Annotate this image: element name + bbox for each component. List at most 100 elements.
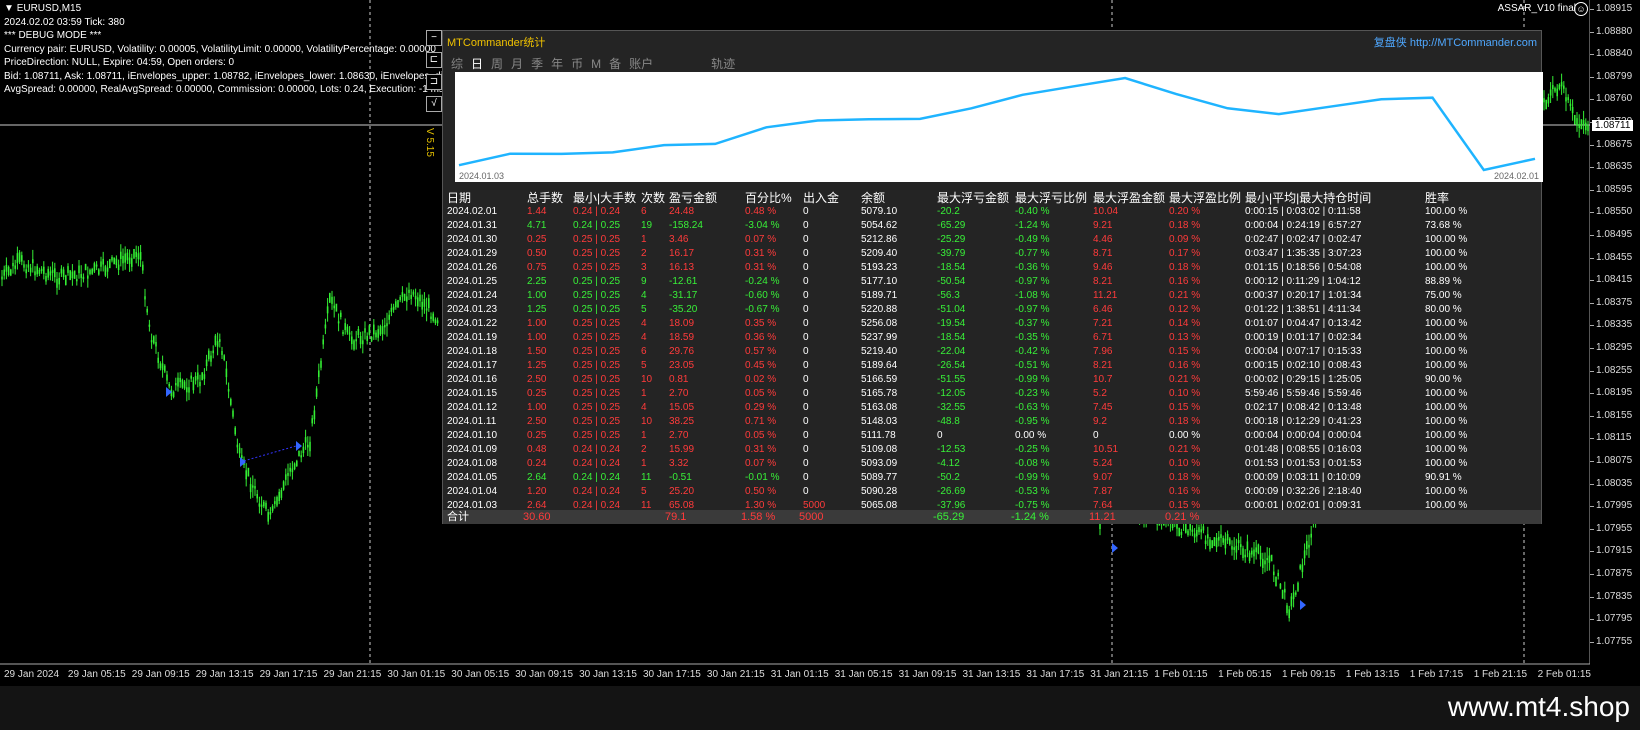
table-row[interactable]: 2024.01.08 0.24 0.24 | 0.24 1 3.32 0.07 % 0 509…	[447, 457, 1543, 471]
candle-body	[1580, 119, 1583, 130]
table-cell: 0:01:48 | 0:08:55 | 0:16:03	[1245, 444, 1362, 455]
symbol-label[interactable]: ▼ EURUSD,M15	[4, 2, 490, 16]
trade-arrow-icon[interactable]	[296, 441, 302, 451]
table-row[interactable]: 2024.01.31 4.71 0.24 | 0.25 19 -158.24 -3.04 …	[447, 219, 1543, 233]
time-tick: 31 Jan 01:15	[770, 669, 829, 680]
table-cell: 5212.86	[861, 234, 898, 245]
table-cell: 90.91 %	[1425, 472, 1462, 483]
table-cell: 23.05	[669, 360, 695, 371]
table-row[interactable]: 2024.02.01 1.44 0.24 | 0.24 6 24.48 0.48 % 0 50…	[447, 205, 1543, 219]
table-cell: -12.61	[669, 276, 698, 287]
table-cell: 0	[1093, 430, 1099, 441]
price-tick: 1.08035	[1589, 477, 1633, 489]
candle-body	[1565, 97, 1567, 102]
table-row[interactable]: 2024.01.15 0.25 0.25 | 0.25 1 2.70 0.05 % 0 516…	[447, 387, 1543, 401]
candle-body	[1220, 534, 1222, 538]
column-header[interactable]: 最大浮亏金额	[937, 189, 1009, 206]
table-row[interactable]: 2024.01.19 1.00 0.25 | 0.25 4 18.59 0.36 % 0 52…	[447, 331, 1543, 345]
table-row[interactable]: 2024.01.24 1.00 0.25 | 0.25 4 -31.17 -0.60 % 0…	[447, 289, 1543, 303]
table-cell: 6	[641, 206, 647, 217]
column-header[interactable]: 总手数	[527, 189, 563, 206]
table-cell: 2024.01.10	[447, 430, 498, 441]
table-cell: 0.24 | 0.24	[573, 458, 621, 469]
tab-1[interactable]: 日	[471, 57, 483, 71]
tab-4[interactable]: 季	[531, 57, 543, 71]
candle-body	[148, 324, 151, 327]
trade-arrow-icon[interactable]	[1112, 543, 1118, 553]
candle-body	[183, 381, 186, 389]
check-button[interactable]: √	[426, 96, 442, 112]
info-line: Bid: 1.08711, Ask: 1.08711, iEnvelopes_u…	[4, 70, 490, 82]
tab-7[interactable]: M	[591, 57, 601, 71]
minimize-button[interactable]: −	[426, 30, 442, 46]
trade-arrow-icon[interactable]	[240, 457, 246, 467]
table-cell: 0.45 %	[745, 360, 777, 371]
brand-link[interactable]: 复盘侠 http://MTCommander.com	[1374, 34, 1537, 50]
table-cell: -25.29	[937, 234, 966, 245]
table-row[interactable]: 2024.01.10 0.25 0.25 | 0.25 1 2.70 0.05 % 0 511…	[447, 429, 1543, 443]
table-cell: 0.24 | 0.24	[573, 472, 621, 483]
candle-body	[150, 340, 153, 343]
candle-body	[1558, 84, 1561, 89]
table-cell: 0	[803, 332, 809, 343]
table-row[interactable]: 2024.01.11 2.50 0.25 | 0.25 10 38.25 0.71 % 0 5…	[447, 415, 1543, 429]
table-cell: 10.04	[1093, 206, 1119, 217]
table-cell: 1.20	[527, 486, 547, 497]
table-row[interactable]: 2024.01.23 1.25 0.25 | 0.25 5 -35.20 -0.67 % 0…	[447, 303, 1543, 317]
candle-body	[293, 463, 296, 470]
table-cell: 4	[641, 290, 647, 301]
table-row[interactable]: 2024.01.29 0.50 0.25 | 0.25 2 16.17 0.31 % 0 52…	[447, 247, 1543, 261]
table-cell: -65.29	[937, 220, 966, 231]
table-cell: 0.75	[527, 262, 547, 273]
table-row[interactable]: 2024.01.18 1.50 0.25 | 0.25 6 29.76 0.57 % 0 52…	[447, 345, 1543, 359]
table-row[interactable]: 2024.01.26 0.75 0.25 | 0.25 3 16.13 0.31 % 0 51…	[447, 261, 1543, 275]
table-cell: 0.18 %	[1169, 262, 1201, 273]
tab-6[interactable]: 币	[571, 57, 583, 71]
tab-2[interactable]: 周	[491, 57, 503, 71]
table-row[interactable]: 2024.01.09 0.48 0.24 | 0.24 2 15.99 0.31 % 0 51…	[447, 443, 1543, 457]
table-cell: 0	[803, 444, 809, 455]
column-header[interactable]: 最大浮盈比例	[1169, 189, 1241, 206]
table-cell: 0.24 | 0.25	[573, 220, 621, 231]
column-header[interactable]: 胜率	[1425, 189, 1449, 206]
candle-body	[309, 441, 311, 452]
price-tick: 1.08075	[1589, 455, 1633, 466]
column-header[interactable]: 次数	[641, 189, 665, 206]
table-row[interactable]: 2024.01.05 2.64 0.24 | 0.24 11 -0.51 -0.01 % 0…	[447, 471, 1543, 485]
tab-5[interactable]: 年	[551, 57, 563, 71]
table-cell: -4.12	[937, 458, 960, 469]
panel-right-button[interactable]: ⊐	[426, 74, 442, 90]
tab-3[interactable]: 月	[511, 57, 523, 71]
candle-body	[408, 289, 410, 293]
table-row[interactable]: 2024.01.12 1.00 0.25 | 0.25 4 15.05 0.29 % 0 51…	[447, 401, 1543, 415]
table-row[interactable]: 2024.01.30 0.25 0.25 | 0.25 1 3.46 0.07 % 0 521…	[447, 233, 1543, 247]
info-line: AvgSpread: 0.00000, RealAvgSpread: 0.000…	[4, 84, 444, 95]
column-header[interactable]: 最大浮盈金额	[1093, 189, 1165, 206]
table-row[interactable]: 2024.01.04 1.20 0.24 | 0.24 5 25.20 0.50 % 0 50…	[447, 485, 1543, 499]
table-cell: 4	[641, 332, 647, 343]
candle-body	[1545, 99, 1547, 110]
column-header[interactable]: 日期	[447, 189, 471, 206]
tab-0[interactable]: 综	[451, 57, 463, 71]
table-row[interactable]: 2024.01.17 1.25 0.25 | 0.25 5 23.05 0.45 % 0 51…	[447, 359, 1543, 373]
price-tick: 1.08495	[1589, 229, 1633, 240]
column-header[interactable]: 最大浮亏比例	[1015, 189, 1087, 206]
candle-body	[1209, 539, 1211, 550]
column-header[interactable]: 最小|平均|最大持仓时间	[1245, 189, 1371, 206]
table-row[interactable]: 2024.01.22 1.00 0.25 | 0.25 4 18.09 0.35 % 0 52…	[447, 317, 1543, 331]
table-cell: 0.50 %	[745, 486, 777, 497]
tab-8[interactable]: 备	[609, 57, 621, 71]
column-header[interactable]: 余额	[861, 189, 885, 206]
table-row[interactable]: 2024.01.25 2.25 0.25 | 0.25 9 -12.61 -0.24 % 0…	[447, 275, 1543, 289]
candle-body	[377, 329, 379, 338]
column-header[interactable]: 百分比%	[745, 189, 792, 206]
tab-9[interactable]: 账户	[629, 57, 653, 71]
tab-10[interactable]: 轨迹	[711, 57, 735, 71]
table-row[interactable]: 2024.01.16 2.50 0.25 | 0.25 10 0.81 0.02 % 0 51…	[447, 373, 1543, 387]
column-header[interactable]: 盈亏金额	[669, 189, 717, 206]
smiley-icon[interactable]: ☺	[1574, 2, 1588, 16]
column-header[interactable]: 最小|大手数	[573, 189, 636, 206]
panel-left-button[interactable]: ⊏	[426, 52, 442, 68]
trade-arrow-icon[interactable]	[1300, 600, 1306, 610]
column-header[interactable]: 出入金	[803, 189, 839, 206]
